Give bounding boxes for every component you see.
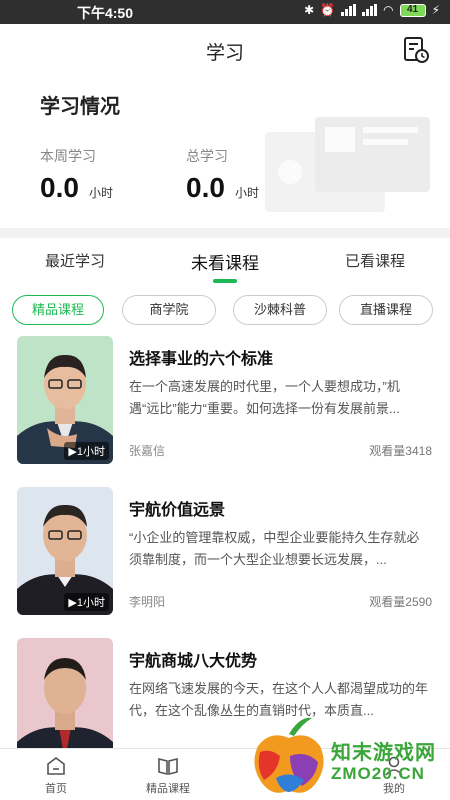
lecturer-photo [17, 638, 113, 766]
total-study-unit: 小时 [234, 186, 259, 200]
watermark-url: ZMO20.CN [331, 764, 425, 783]
course-author: 李明阳 [129, 595, 166, 609]
book-icon [158, 757, 178, 776]
signal-icon [341, 4, 357, 16]
nav-home[interactable]: 首页 [16, 755, 96, 796]
wifi-icon: ◠ [383, 3, 394, 17]
nav-home-label: 首页 [45, 783, 67, 795]
weekly-study-value: 0.0 [40, 172, 79, 203]
total-study-value: 0.0 [186, 172, 225, 203]
bluetooth-icon: ✱ [304, 3, 315, 17]
chip-seabuckthorn-science[interactable]: 沙棘科普 [233, 295, 327, 325]
course-title[interactable]: 宇航价值远景 [129, 496, 225, 520]
title-bar: 学习 [0, 24, 450, 76]
course-views: 观看量2590 [369, 595, 432, 609]
tab-watched[interactable]: 已看课程 [345, 250, 405, 271]
status-bar: 下午4:50 ✱ ⏰ ◠ 41 ⚡ [0, 0, 450, 24]
weekly-study-label: 本周学习 [40, 148, 96, 164]
course-title[interactable]: 宇航商城八大优势 [129, 647, 257, 671]
chip-live-courses[interactable]: 直播课程 [339, 295, 433, 325]
duration-badge: ▶1小时 [64, 593, 109, 611]
nav-premium-courses[interactable]: 精品课程 [128, 755, 208, 796]
course-author: 张嘉信 [129, 444, 166, 458]
course-thumbnail[interactable] [17, 638, 113, 766]
status-icons: ✱ ⏰ ◠ 41 ⚡ [304, 3, 440, 17]
course-views: 观看量3418 [369, 444, 432, 458]
watermark-text: 知末游戏网 [331, 742, 436, 764]
page-title: 学习 [205, 43, 244, 64]
battery-icon: 41 [399, 3, 426, 17]
signal-2-icon [362, 4, 378, 16]
duration-badge: ▶1小时 [64, 442, 109, 460]
weekly-study-unit: 小时 [88, 186, 113, 200]
course-item[interactable]: ▶1小时 选择事业的六个标准 在一个高速发展的时代里，一个人要想成功，”机遇“远… [0, 336, 450, 476]
charging-icon: ⚡ [431, 3, 440, 17]
study-history-icon[interactable] [402, 36, 430, 64]
tab-unwatched[interactable]: 未看课程 [191, 249, 259, 274]
alarm-icon: ⏰ [320, 3, 336, 17]
total-study-label: 总学习 [186, 148, 228, 164]
tab-recent[interactable]: 最近学习 [45, 250, 105, 271]
weekly-study-stat: 本周学习 0.0 小时 [40, 146, 113, 204]
nav-mine-label: 我的 [383, 783, 405, 795]
course-tabs: 最近学习 未看课程 已看课程 [0, 238, 450, 288]
course-description: 在一个高速发展的时代里，一个人要想成功，”机遇“远比”能力“重要。如何选择一份有… [129, 379, 400, 416]
course-description: “小企业的管理靠权威，中型企业要能持久生存就必须靠制度，而一个大型企业想要长远发… [129, 530, 420, 567]
nav-premium-courses-label: 精品课程 [146, 783, 190, 795]
watermark-logo [254, 717, 324, 793]
home-icon [47, 757, 65, 775]
section-divider [0, 228, 450, 238]
course-thumbnail[interactable]: ▶1小时 [17, 336, 113, 464]
course-thumbnail[interactable]: ▶1小时 [17, 487, 113, 615]
status-time: 下午4:50 [76, 5, 134, 21]
active-tab-indicator [213, 279, 237, 283]
chip-business-school[interactable]: 商学院 [122, 295, 216, 325]
chip-premium-courses[interactable]: 精品课程 [12, 295, 104, 325]
course-item[interactable]: ▶1小时 宇航价值远景 “小企业的管理靠权威，中型企业要能持久生存就必须靠制度，… [0, 487, 450, 627]
study-summary: 学习情况 本周学习 0.0 小时 总学习 0.0 小时 [0, 76, 450, 228]
total-study-stat: 总学习 0.0 小时 [186, 146, 259, 204]
decoration-illustration [265, 117, 430, 212]
course-title[interactable]: 选择事业的六个标准 [129, 345, 273, 369]
summary-heading: 学习情况 [40, 96, 120, 118]
